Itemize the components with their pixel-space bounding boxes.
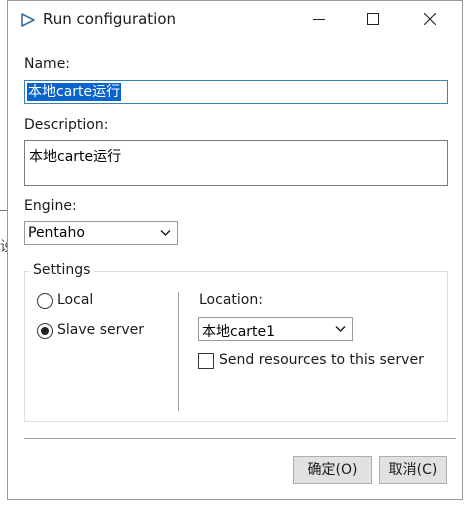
page: 设 Run configuration Name: 本地carte运行 Desc…	[0, 0, 470, 508]
slave-server-radio-label[interactable]: Slave server	[57, 322, 144, 338]
settings-vertical-divider	[178, 292, 179, 411]
settings-group-title: Settings	[29, 262, 95, 278]
name-label: Name:	[24, 56, 71, 72]
engine-select-value: Pentaho	[28, 225, 85, 241]
run-configuration-dialog: Run configuration Name: 本地carte运行 Descri…	[7, 0, 463, 500]
location-label: Location:	[199, 292, 263, 308]
minimize-button[interactable]	[297, 1, 343, 39]
name-input[interactable]: 本地carte运行	[24, 80, 448, 104]
chevron-down-icon	[335, 325, 346, 333]
title-bar[interactable]: Run configuration	[8, 1, 462, 39]
maximize-icon	[367, 13, 379, 25]
description-textarea[interactable]: 本地carte运行	[24, 140, 448, 186]
footer-divider	[24, 438, 456, 439]
chevron-down-icon	[160, 229, 171, 237]
location-select[interactable]: 本地carte1	[198, 317, 353, 341]
engine-label: Engine:	[24, 198, 77, 214]
ok-button[interactable]: 确定(O)	[293, 456, 372, 484]
minimize-icon	[313, 19, 325, 20]
description-label: Description:	[24, 117, 109, 133]
cancel-button[interactable]: 取消(C)	[379, 456, 447, 484]
slave-server-radio[interactable]	[37, 323, 53, 339]
description-value: 本地carte运行	[29, 149, 122, 165]
play-triangle-icon	[21, 13, 35, 27]
local-radio-label[interactable]: Local	[57, 292, 93, 308]
name-input-value: 本地carte运行	[27, 83, 122, 101]
window-title: Run configuration	[43, 10, 177, 28]
engine-select[interactable]: Pentaho	[24, 221, 178, 245]
send-resources-checkbox[interactable]	[198, 353, 214, 369]
close-button[interactable]	[408, 1, 454, 39]
maximize-button[interactable]	[351, 1, 397, 39]
local-radio[interactable]	[37, 293, 53, 309]
location-select-value: 本地carte1	[202, 324, 276, 340]
send-resources-label[interactable]: Send resources to this server	[219, 352, 424, 368]
close-icon	[424, 13, 436, 25]
